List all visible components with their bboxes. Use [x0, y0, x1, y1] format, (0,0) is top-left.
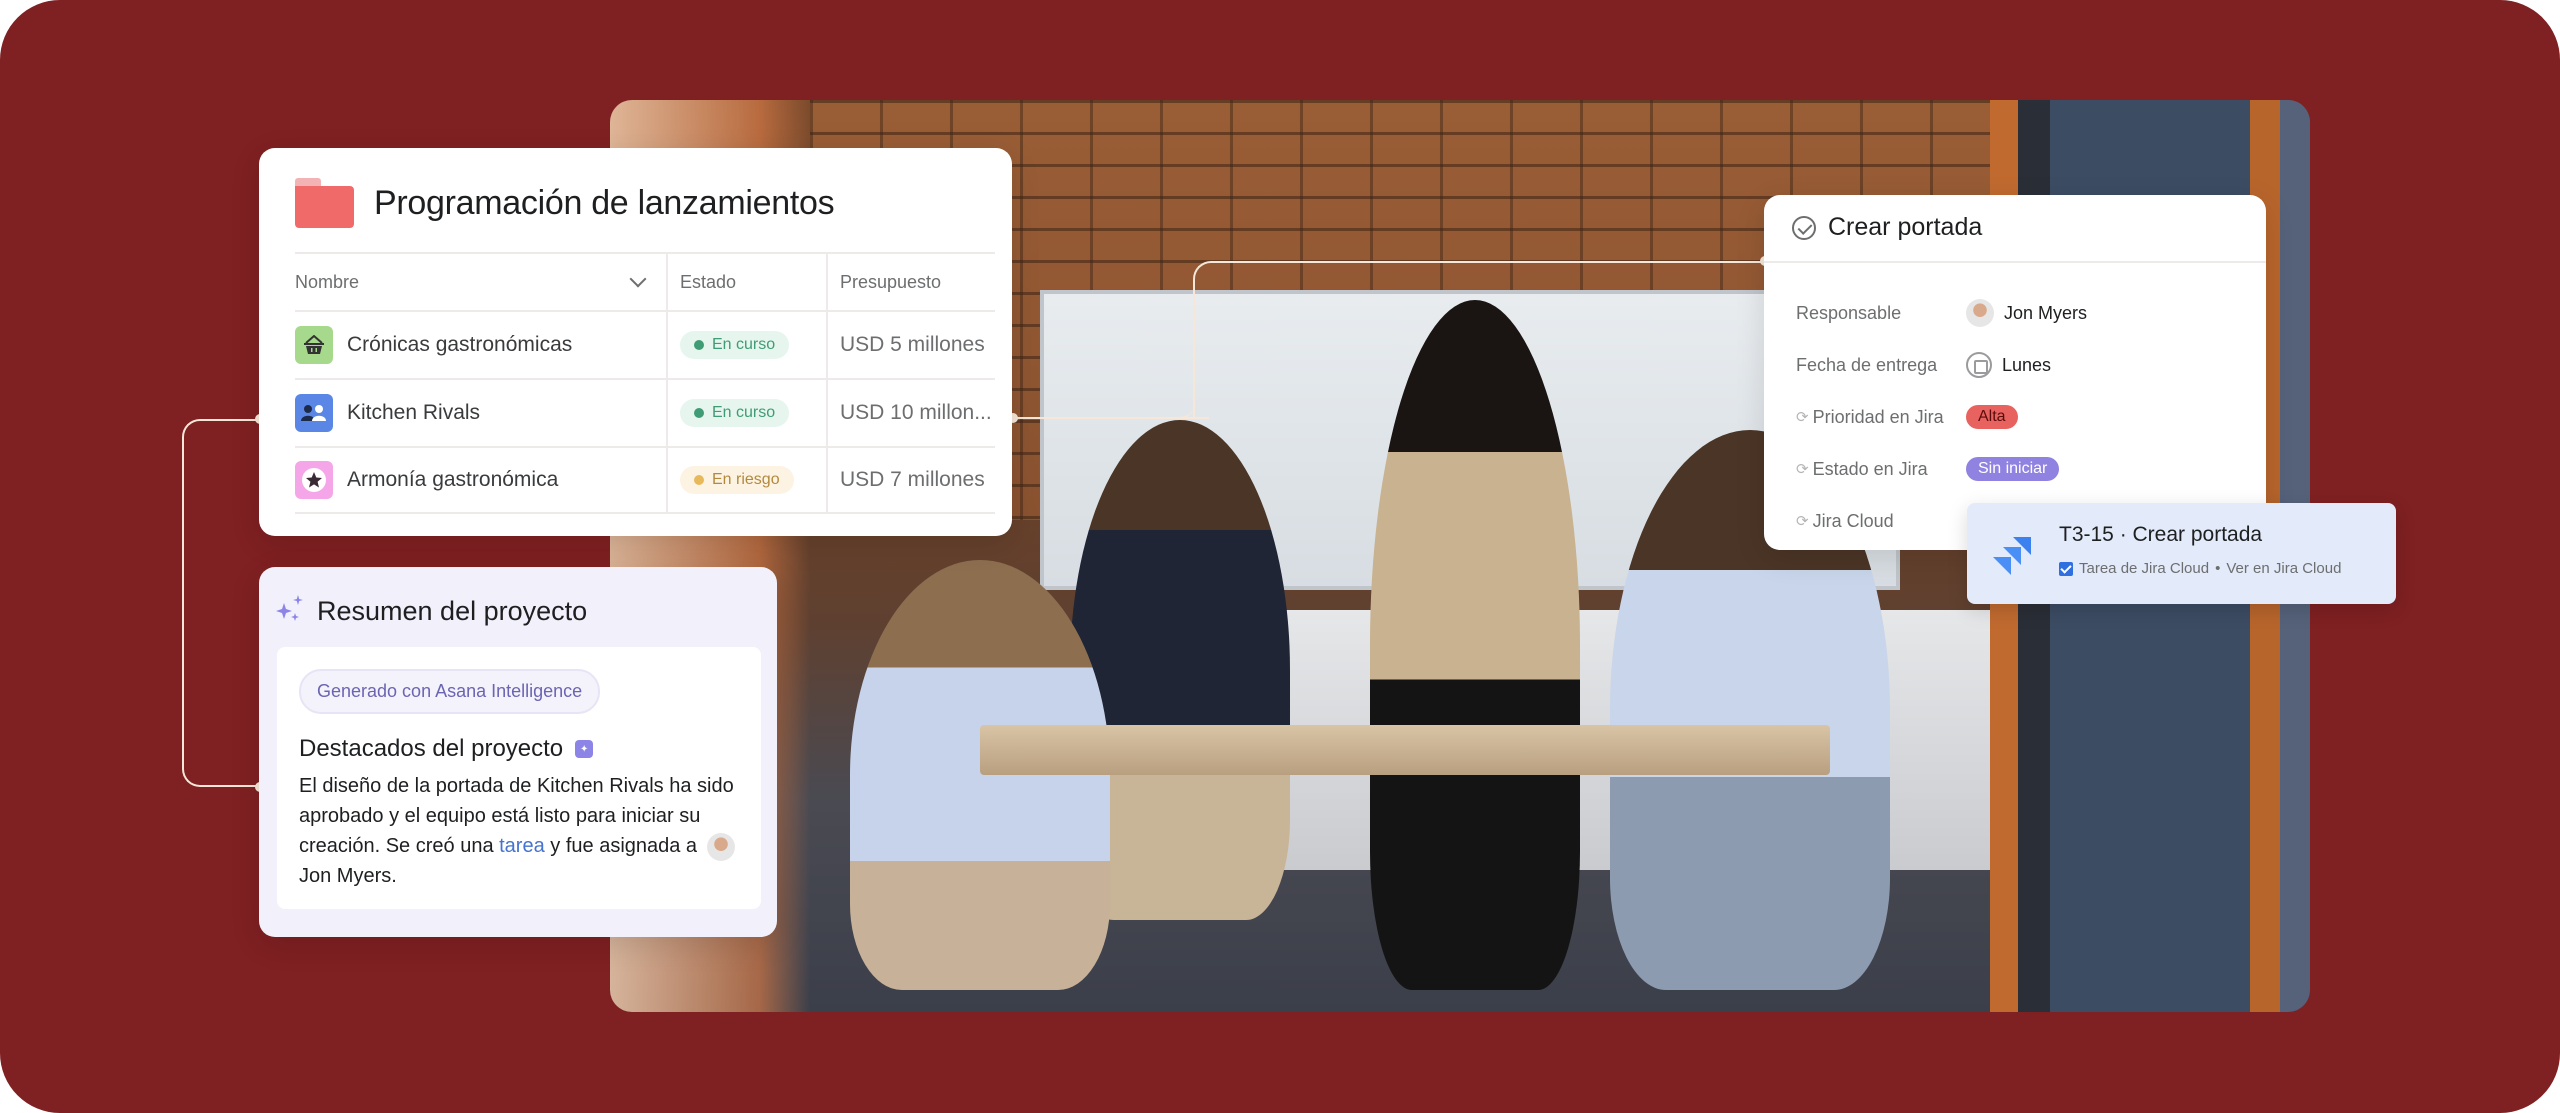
- calendar-icon: [1966, 352, 1992, 378]
- cell-name: Crónicas gastronómicas: [295, 312, 666, 378]
- view-in-jira-link[interactable]: Ver en Jira Cloud: [2226, 560, 2341, 577]
- connector-right-top: [1193, 261, 1765, 419]
- ai-badge-icon: ✦: [575, 740, 594, 758]
- field-label: ⟳ Prioridad en Jira: [1796, 406, 1944, 427]
- status-badge[interactable]: En riesgo: [680, 466, 794, 494]
- cell-name: Armonía gastronómica: [295, 448, 666, 512]
- table-header: Nombre Estado Presupuesto: [295, 252, 995, 310]
- assignee-field[interactable]: Jon Myers: [1966, 299, 2087, 327]
- cell-status: En riesgo: [666, 448, 826, 512]
- budget-value: USD 10 millon...: [840, 401, 992, 424]
- jira-issue-meta: Tarea de Jira Cloud • Ver en Jira Cloud: [2059, 560, 2341, 577]
- connector-left: [182, 419, 260, 787]
- people-icon: [295, 394, 333, 432]
- project-name[interactable]: Kitchen Rivals: [347, 401, 480, 425]
- jira-issue-popover[interactable]: T3-15 · Crear portada Tarea de Jira Clou…: [1967, 503, 2396, 604]
- sync-icon: ⟳: [1796, 461, 1809, 478]
- field-fecha-entrega: Fecha de entrega Lunes: [1796, 339, 2087, 391]
- cell-budget: USD 5 millones: [826, 312, 995, 378]
- due-date-field[interactable]: Lunes: [1966, 352, 2087, 378]
- sparkle-icon: [275, 593, 307, 629]
- table-row[interactable]: Kitchen Rivals En curso USD 10 millon...: [295, 378, 995, 446]
- column-header-nombre[interactable]: Nombre: [295, 254, 666, 310]
- chevron-down-icon[interactable]: [629, 270, 647, 288]
- table-row[interactable]: Armonía gastronómica En riesgo USD 7 mil…: [295, 446, 995, 514]
- divider: [1764, 261, 2266, 263]
- assignee-name[interactable]: Jon Myers.: [299, 865, 397, 887]
- basket-icon: [295, 326, 333, 364]
- meeting-table: [980, 725, 1830, 775]
- field-label: Responsable: [1796, 302, 1902, 323]
- field-label: ⟳ Jira Cloud: [1796, 510, 1894, 531]
- column-header-presupuesto[interactable]: Presupuesto: [826, 254, 995, 310]
- connector-right-elbow: [1013, 299, 1195, 419]
- field-responsable: Responsable Jon Myers: [1796, 287, 2087, 339]
- ai-generated-chip: Generado con Asana Intelligence: [299, 669, 601, 714]
- project-table: Nombre Estado Presupuesto Crónicas gastr…: [295, 252, 995, 514]
- summary-title: Resumen del proyecto: [317, 595, 588, 626]
- task-header: Crear portada: [1792, 213, 1982, 242]
- status-dot: [694, 340, 704, 350]
- budget-value: USD 7 millones: [840, 468, 985, 491]
- project-card: Programación de lanzamientos Nombre Esta…: [259, 148, 1012, 536]
- status-dot: [694, 475, 704, 485]
- project-header: Programación de lanzamientos: [295, 178, 835, 228]
- column-header-estado[interactable]: Estado: [666, 254, 826, 310]
- summary-header: Resumen del proyecto: [275, 593, 587, 629]
- task-title: Crear portada: [1828, 213, 1983, 241]
- jira-issue-title[interactable]: T3-15 · Crear portada: [2059, 523, 2262, 547]
- task-detail-card: Crear portada Responsable Jon Myers Fech…: [1764, 195, 2266, 550]
- project-name[interactable]: Crónicas gastronómicas: [347, 333, 572, 357]
- jira-logo-icon: [1993, 537, 2031, 575]
- checkbox-icon: [2059, 561, 2073, 576]
- cell-budget: USD 7 millones: [826, 448, 995, 512]
- project-summary-card: Resumen del proyecto Generado con Asana …: [259, 567, 777, 937]
- project-name[interactable]: Armonía gastronómica: [347, 468, 558, 492]
- task-link[interactable]: tarea: [499, 835, 545, 857]
- priority-badge[interactable]: Alta: [1966, 405, 2018, 429]
- project-title: Programación de lanzamientos: [374, 183, 835, 222]
- field-prioridad-jira: ⟳ Prioridad en Jira Alta: [1796, 391, 2087, 443]
- field-label: ⟳ Estado en Jira: [1796, 458, 1928, 479]
- highlights-heading: Destacados del proyecto ✦: [299, 735, 594, 763]
- field-label: Fecha de entrega: [1796, 354, 1938, 375]
- cell-status: En curso: [666, 312, 826, 378]
- separator: •: [2215, 560, 2221, 577]
- jira-issue-type: Tarea de Jira Cloud: [2079, 560, 2210, 577]
- status-badge[interactable]: Sin iniciar: [1966, 457, 2060, 481]
- cell-status: En curso: [666, 380, 826, 446]
- sync-icon: ⟳: [1796, 513, 1809, 530]
- avatar: [1966, 299, 1994, 327]
- check-circle-icon[interactable]: [1792, 215, 1816, 240]
- summary-content: Generado con Asana Intelligence Destacad…: [277, 647, 761, 909]
- star-icon: [295, 461, 333, 499]
- person-seated-left: [850, 560, 1110, 990]
- status-badge[interactable]: En curso: [680, 399, 790, 427]
- cell-name: Kitchen Rivals: [295, 380, 666, 446]
- table-row[interactable]: Crónicas gastronómicas En curso USD 5 mi…: [295, 310, 995, 378]
- background-canvas: Programación de lanzamientos Nombre Esta…: [0, 0, 2560, 1113]
- budget-value: USD 5 millones: [840, 333, 985, 356]
- cell-budget: USD 10 millon...: [826, 380, 995, 446]
- status-dot: [694, 408, 704, 418]
- avatar: [706, 832, 735, 861]
- folder-icon: [295, 178, 354, 228]
- sync-icon: ⟳: [1796, 409, 1809, 426]
- status-badge[interactable]: En curso: [680, 331, 790, 359]
- summary-text: El diseño de la portada de Kitchen Rival…: [299, 775, 735, 887]
- field-estado-jira: ⟳ Estado en Jira Sin iniciar: [1796, 443, 2087, 495]
